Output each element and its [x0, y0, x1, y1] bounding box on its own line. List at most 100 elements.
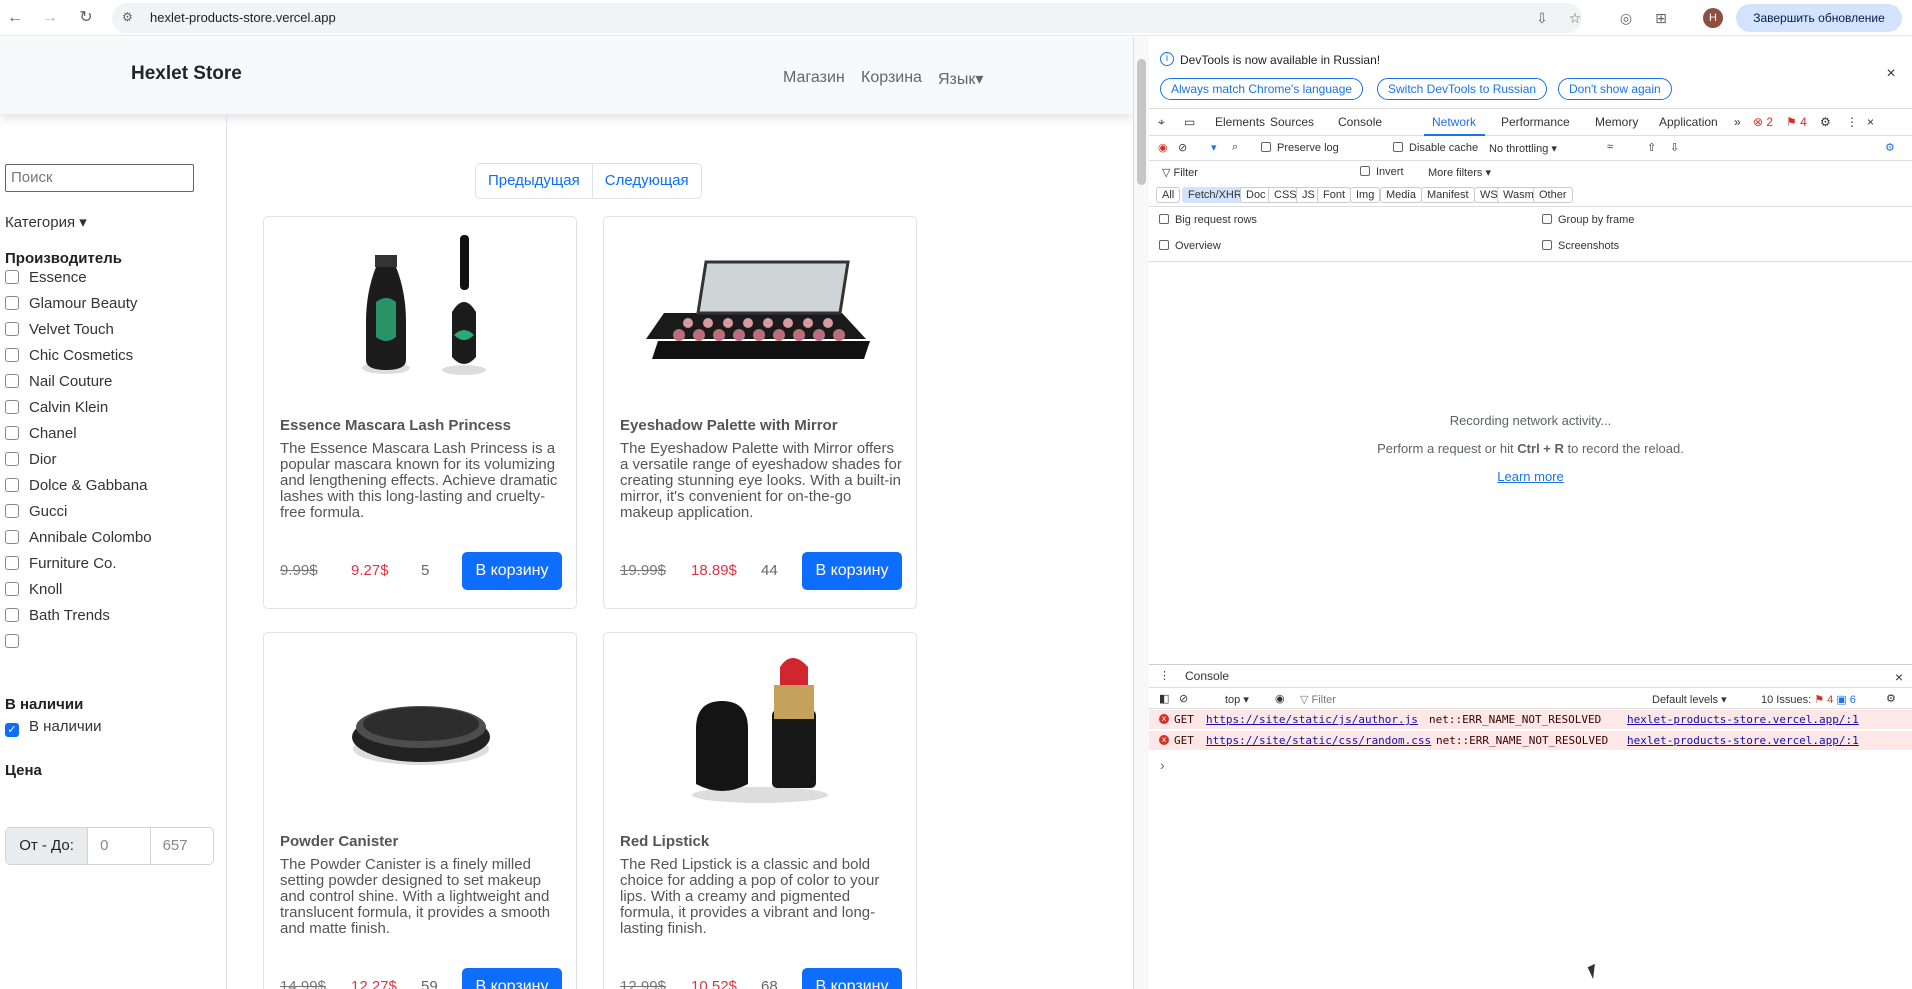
- nav-cart-link[interactable]: Корзина: [861, 69, 922, 87]
- dont-show-again-button[interactable]: Don't show again: [1558, 78, 1672, 100]
- nav-shop-link[interactable]: Магазин: [783, 69, 845, 87]
- preserve-log-checkbox[interactable]: Preserve log: [1261, 142, 1339, 154]
- issue-count[interactable]: ⚑ 4: [1786, 115, 1807, 129]
- close-devtools-icon[interactable]: ×: [1867, 115, 1874, 129]
- console-error-row[interactable]: x GET https://site/static/css/random.css…: [1149, 731, 1912, 750]
- tab-sources[interactable]: Sources: [1270, 115, 1314, 129]
- checked-checkbox[interactable]: ✓: [5, 723, 19, 737]
- manufacturer-item[interactable]: Dolce & Gabbana: [5, 477, 147, 497]
- inspect-icon[interactable]: ⌖: [1158, 115, 1165, 130]
- tab-elements[interactable]: Elements: [1215, 115, 1265, 129]
- manufacturer-item[interactable]: [5, 633, 29, 653]
- manufacturer-item[interactable]: Nail Couture: [5, 373, 112, 393]
- search-input[interactable]: Поиск: [5, 164, 194, 192]
- manufacturer-item[interactable]: Chanel: [5, 425, 77, 445]
- sidebar-toggle-icon[interactable]: ◧: [1159, 692, 1169, 705]
- product-title[interactable]: Powder Canister: [280, 833, 398, 850]
- overview-checkbox[interactable]: Overview: [1159, 240, 1221, 252]
- checkbox[interactable]: [1542, 214, 1552, 224]
- error-source-link[interactable]: hexlet-products-store.vercel.app/:1: [1627, 713, 1859, 726]
- manufacturer-item[interactable]: Dior: [5, 451, 57, 471]
- manufacturer-item[interactable]: Gucci: [5, 503, 67, 523]
- manufacturer-item[interactable]: Bath Trends: [5, 607, 110, 627]
- add-to-cart-button[interactable]: В корзину: [802, 968, 902, 989]
- price-to-input[interactable]: 657: [151, 828, 213, 864]
- match-chrome-language-button[interactable]: Always match Chrome's language: [1160, 78, 1364, 100]
- product-title[interactable]: Essence Mascara Lash Princess: [280, 417, 511, 434]
- checkbox[interactable]: [5, 504, 19, 518]
- chip-media[interactable]: Media: [1380, 187, 1422, 203]
- checkbox[interactable]: [5, 608, 19, 622]
- console-tab[interactable]: Console: [1185, 669, 1229, 683]
- big-request-rows-checkbox[interactable]: Big request rows: [1159, 214, 1257, 226]
- manufacturer-item[interactable]: Knoll: [5, 581, 62, 601]
- more-filters-dropdown[interactable]: More filters ▾: [1428, 166, 1491, 179]
- drawer-menu-icon[interactable]: ⋮: [1159, 669, 1170, 682]
- translate-icon[interactable]: ◎: [1616, 8, 1636, 28]
- bookmark-icon[interactable]: ☆: [1565, 8, 1585, 28]
- site-info-icon[interactable]: ⚙: [122, 10, 138, 26]
- search-icon[interactable]: ⌕: [1232, 141, 1238, 154]
- checkbox[interactable]: [1261, 142, 1271, 152]
- learn-more-link[interactable]: Learn more: [1149, 469, 1912, 484]
- manufacturer-item[interactable]: Essence: [5, 269, 87, 289]
- install-icon[interactable]: ⇩: [1532, 8, 1552, 28]
- checkbox[interactable]: [5, 426, 19, 440]
- url-text[interactable]: hexlet-products-store.vercel.app: [150, 10, 336, 25]
- switch-devtools-russian-button[interactable]: Switch DevTools to Russian: [1377, 78, 1548, 100]
- checkbox[interactable]: [5, 530, 19, 544]
- add-to-cart-button[interactable]: В корзину: [462, 968, 562, 989]
- checkbox[interactable]: [5, 322, 19, 336]
- checkbox[interactable]: [5, 348, 19, 362]
- record-icon[interactable]: ◉: [1158, 141, 1168, 154]
- page-scrollbar[interactable]: [1133, 37, 1149, 989]
- close-drawer-icon[interactable]: ×: [1891, 669, 1907, 685]
- checkbox[interactable]: [5, 582, 19, 596]
- console-filter-input[interactable]: ▽ Filter: [1300, 693, 1336, 706]
- clear-console-icon[interactable]: ⊘: [1179, 692, 1188, 705]
- checkbox[interactable]: [5, 556, 19, 570]
- tab-performance[interactable]: Performance: [1501, 115, 1570, 129]
- next-page-button[interactable]: Следующая: [591, 164, 701, 198]
- checkbox[interactable]: [1159, 214, 1169, 224]
- tab-memory[interactable]: Memory: [1595, 115, 1638, 129]
- manufacturer-item[interactable]: Calvin Klein: [5, 399, 108, 419]
- chip-img[interactable]: Img: [1350, 187, 1381, 203]
- console-prompt[interactable]: ›: [1160, 757, 1165, 773]
- chip-doc[interactable]: Doc: [1240, 187, 1272, 203]
- manufacturer-item[interactable]: Furniture Co.: [5, 555, 117, 575]
- close-banner-icon[interactable]: ×: [1883, 66, 1899, 82]
- disable-cache-checkbox[interactable]: Disable cache: [1393, 142, 1478, 154]
- checkbox[interactable]: [1393, 142, 1403, 152]
- device-toolbar-icon[interactable]: ▭: [1184, 115, 1195, 129]
- scrollbar-thumb[interactable]: [1137, 59, 1146, 185]
- eye-icon[interactable]: ◉: [1275, 692, 1285, 705]
- add-to-cart-button[interactable]: В корзину: [462, 552, 562, 590]
- export-har-icon[interactable]: ⇩: [1670, 141, 1679, 154]
- checkbox[interactable]: [5, 400, 19, 414]
- more-options-icon[interactable]: ⋮: [1846, 115, 1858, 129]
- error-source-link[interactable]: hexlet-products-store.vercel.app/:1: [1627, 734, 1859, 747]
- nav-language-dropdown[interactable]: Язык▾: [938, 69, 983, 89]
- screenshots-checkbox[interactable]: Screenshots: [1542, 240, 1619, 252]
- checkbox[interactable]: [5, 270, 19, 284]
- checkbox[interactable]: [5, 478, 19, 492]
- console-settings-gear-icon[interactable]: ⚙: [1886, 692, 1896, 705]
- chip-other[interactable]: Other: [1533, 187, 1573, 203]
- checkbox[interactable]: [1159, 240, 1169, 250]
- back-icon[interactable]: ←: [5, 8, 25, 28]
- checkbox[interactable]: [5, 634, 19, 648]
- tab-network[interactable]: Network: [1432, 115, 1476, 129]
- reload-icon[interactable]: ↻: [76, 8, 96, 28]
- import-har-icon[interactable]: ⇧: [1647, 141, 1656, 154]
- issues-summary[interactable]: 10 Issues: ⚑ 4 ▣ 6: [1761, 693, 1856, 706]
- chip-fetch-xhr[interactable]: Fetch/XHR: [1182, 187, 1248, 203]
- filter-input[interactable]: ▽ Filter: [1162, 166, 1198, 179]
- error-count[interactable]: ⊗ 2: [1753, 115, 1773, 129]
- category-dropdown[interactable]: Категория ▾: [5, 213, 87, 231]
- console-error-row[interactable]: x GET https://site/static/js/author.js n…: [1149, 710, 1912, 729]
- context-dropdown[interactable]: top ▾: [1225, 693, 1249, 706]
- previous-page-button[interactable]: Предыдущая: [476, 164, 592, 198]
- add-to-cart-button[interactable]: В корзину: [802, 552, 902, 590]
- store-brand[interactable]: Hexlet Store: [131, 63, 242, 85]
